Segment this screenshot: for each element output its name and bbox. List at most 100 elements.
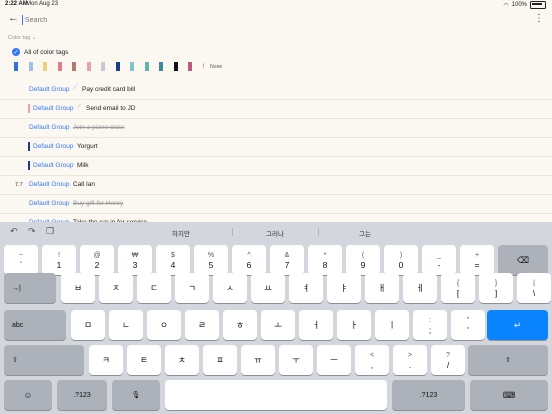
- search-input[interactable]: [25, 14, 505, 26]
- color-swatch-11[interactable]: [173, 62, 178, 71]
- key-punct-0[interactable]: :;: [413, 310, 447, 340]
- task-group[interactable]: Default Group: [33, 162, 73, 169]
- key-9[interactable]: (9: [346, 245, 380, 275]
- task-title[interactable]: Join a piano class: [73, 124, 125, 131]
- task-row[interactable]: Default Group ⟋ Pay credit card bill: [0, 81, 552, 100]
- key-sym-2[interactable]: ? /: [431, 345, 465, 375]
- color-swatch-6[interactable]: [101, 62, 105, 71]
- tab-key[interactable]: →|: [4, 273, 56, 303]
- caps-lock-key[interactable]: abc: [4, 310, 66, 340]
- none-label[interactable]: None: [210, 64, 222, 70]
- key-2[interactable]: @2: [80, 245, 114, 275]
- emoji-key[interactable]: ☺: [4, 380, 52, 410]
- key-ㅑ[interactable]: ㅑ: [327, 273, 361, 303]
- key-ㅣ[interactable]: ㅣ: [375, 310, 409, 340]
- color-swatch-5[interactable]: [86, 62, 91, 71]
- task-title[interactable]: Buy gift for Henry: [73, 200, 123, 207]
- shift-key-right[interactable]: ⇧: [468, 345, 548, 375]
- key-ㅓ[interactable]: ㅓ: [299, 310, 333, 340]
- key-5[interactable]: % 5: [194, 245, 228, 275]
- prediction-1[interactable]: 하지만: [146, 228, 216, 238]
- color-swatch-0[interactable]: [14, 62, 18, 71]
- key-ㅍ[interactable]: ㅍ: [203, 345, 237, 375]
- color-tag-filter[interactable]: Color tag ⌄: [8, 35, 36, 41]
- key-0[interactable]: ~ `: [4, 245, 38, 275]
- task-row[interactable]: Default Group Milk: [0, 157, 552, 176]
- color-swatch-1[interactable]: [28, 62, 33, 71]
- color-swatch-8[interactable]: [130, 62, 134, 71]
- key-punct-1[interactable]: " ': [451, 310, 485, 340]
- task-group[interactable]: Default Group: [29, 181, 69, 188]
- key-ㄱ[interactable]: ㄱ: [175, 273, 209, 303]
- key-12[interactable]: + =: [460, 245, 494, 275]
- delete-key[interactable]: ⌫: [498, 245, 548, 275]
- task-title[interactable]: Milk: [77, 162, 89, 169]
- redo-icon[interactable]: ↷: [28, 226, 36, 237]
- task-row[interactable]: Default Group Join a piano class: [0, 119, 552, 138]
- key-ㄷ[interactable]: ㄷ: [137, 273, 171, 303]
- task-row[interactable]: 7.7 Default Group Call Ian: [0, 176, 552, 195]
- key-ㅌ[interactable]: ㅌ: [127, 345, 161, 375]
- key-3[interactable]: ₩3: [118, 245, 152, 275]
- task-title[interactable]: Call Ian: [73, 181, 95, 188]
- key-bracket-1[interactable]: }]: [479, 273, 513, 303]
- key-bracket-0[interactable]: {[: [441, 273, 475, 303]
- key-ㄹ[interactable]: ㄹ: [185, 310, 219, 340]
- key-4[interactable]: $4: [156, 245, 190, 275]
- key-7[interactable]: & 7: [270, 245, 304, 275]
- color-swatch-3[interactable]: [57, 62, 62, 71]
- task-group[interactable]: Default Group: [29, 200, 69, 207]
- color-swatch-10[interactable]: [159, 62, 163, 71]
- key-ㅁ[interactable]: ㅁ: [71, 310, 105, 340]
- key-8[interactable]: * 8: [308, 245, 342, 275]
- task-title[interactable]: Pay credit card bill: [82, 86, 135, 93]
- task-group[interactable]: Default Group: [29, 86, 69, 93]
- prediction-3[interactable]: 그는: [330, 228, 400, 238]
- task-row[interactable]: Default Group Buy gift for Henry: [0, 195, 552, 214]
- color-swatch-9[interactable]: [144, 62, 149, 71]
- back-arrow-icon[interactable]: ←: [8, 12, 19, 24]
- space-key[interactable]: [165, 380, 387, 410]
- no-tag-icon[interactable]: !: [203, 64, 205, 70]
- return-key[interactable]: ↵: [487, 310, 548, 340]
- color-swatch-7[interactable]: [115, 62, 120, 71]
- key-ㅗ[interactable]: ㅗ: [261, 310, 295, 340]
- key-ㅕ[interactable]: ㅕ: [289, 273, 323, 303]
- key-10[interactable]: ) 0: [384, 245, 418, 275]
- key-ㅔ[interactable]: ㅔ: [403, 273, 437, 303]
- key-ㅊ[interactable]: ㅊ: [165, 345, 199, 375]
- key-ㅎ[interactable]: ㅎ: [223, 310, 257, 340]
- key-bracket-2[interactable]: | \: [517, 273, 551, 303]
- key-ㅈ[interactable]: ㅈ: [99, 273, 133, 303]
- undo-icon[interactable]: ↶: [10, 226, 18, 237]
- key-ㄴ[interactable]: ㄴ: [109, 310, 143, 340]
- key-ㅜ[interactable]: ㅜ: [279, 345, 313, 375]
- key-ㅏ[interactable]: ㅏ: [337, 310, 371, 340]
- task-row[interactable]: Default Group ⟋ Send email to JD: [0, 100, 552, 119]
- shift-key-left[interactable]: ⇧: [4, 345, 84, 375]
- more-icon[interactable]: ⋮: [534, 13, 544, 24]
- task-title[interactable]: Yorgurt: [77, 143, 98, 150]
- key-ㅠ[interactable]: ㅠ: [241, 345, 275, 375]
- task-group[interactable]: Default Group: [33, 105, 73, 112]
- key-ㅂ[interactable]: ㅂ: [61, 273, 95, 303]
- task-group[interactable]: Default Group: [29, 124, 69, 131]
- key-ㅛ[interactable]: ㅛ: [251, 273, 285, 303]
- color-swatch-12[interactable]: [188, 62, 192, 71]
- numbers-key-right[interactable]: .?123: [392, 380, 465, 410]
- key-ㅇ[interactable]: ㅇ: [147, 310, 181, 340]
- key-1[interactable]: ! 1: [42, 245, 76, 275]
- key-11[interactable]: _ -: [422, 245, 456, 275]
- key-ㅐ[interactable]: ㅐ: [365, 273, 399, 303]
- task-row[interactable]: Default Group Yorgurt: [0, 138, 552, 157]
- key-ㅋ[interactable]: ㅋ: [89, 345, 123, 375]
- key-ㅡ[interactable]: ㅡ: [317, 345, 351, 375]
- task-title[interactable]: Send email to JD: [86, 105, 136, 112]
- color-swatch-2[interactable]: [43, 62, 47, 71]
- microphone-key[interactable]: 🎙: [112, 380, 160, 410]
- key-sym-1[interactable]: >.: [393, 345, 427, 375]
- numbers-key[interactable]: .?123: [57, 380, 107, 410]
- prediction-2[interactable]: 그러나: [240, 228, 310, 238]
- key-sym-0[interactable]: <,: [355, 345, 389, 375]
- key-6[interactable]: ^ 6: [232, 245, 266, 275]
